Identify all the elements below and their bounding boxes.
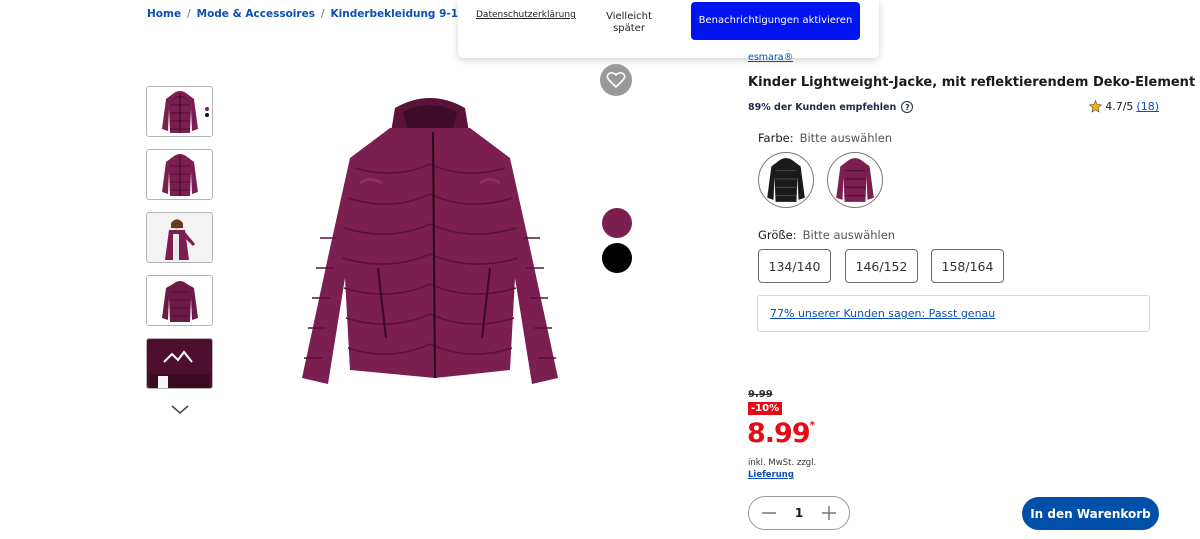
jacket-bordeaux-image bbox=[836, 158, 874, 202]
size-button-158-164[interactable]: 158/164 bbox=[931, 249, 1004, 283]
breadcrumb-separator: / bbox=[320, 8, 325, 20]
enable-notifications-button[interactable]: Benachrichtigungen aktivieren bbox=[691, 2, 860, 40]
breadcrumb-mode-accessoires[interactable]: Mode & Accessoires bbox=[197, 8, 315, 20]
color-option-black[interactable] bbox=[758, 152, 814, 208]
quantity-stepper: 1 bbox=[748, 496, 850, 530]
size-hint: Bitte auswählen bbox=[802, 228, 896, 242]
main-product-image[interactable] bbox=[300, 88, 590, 388]
plus-icon bbox=[821, 506, 836, 520]
price-cents: 99 bbox=[774, 418, 811, 449]
notification-banner: Datenschutzerklärung Vielleicht später B… bbox=[458, 0, 879, 58]
swatch-bordeaux[interactable] bbox=[602, 208, 632, 238]
thumbnail-jacket-back[interactable] bbox=[146, 275, 213, 326]
chevron-down-icon[interactable] bbox=[170, 404, 190, 416]
favorite-button[interactable] bbox=[600, 64, 632, 96]
vat-info: inkl. MwSt. zzgl. bbox=[748, 458, 817, 468]
privacy-link[interactable]: Datenschutzerklärung bbox=[476, 10, 576, 20]
size-button-134-140[interactable]: 134/140 bbox=[758, 249, 831, 283]
decrease-quantity-button[interactable] bbox=[761, 505, 777, 521]
thumb-color-dots bbox=[205, 107, 209, 117]
color-label: Farbe: bbox=[758, 131, 794, 145]
jacket-thumb-image bbox=[161, 280, 198, 322]
discount-badge: -10% bbox=[748, 402, 783, 415]
model-thumb-image bbox=[164, 218, 195, 260]
minus-icon bbox=[762, 512, 776, 514]
product-rating[interactable]: 4.7/5 (18) bbox=[1089, 100, 1159, 113]
fit-info-link[interactable]: 77% unserer Kunden sagen: Passt genau bbox=[770, 307, 995, 320]
thumbnail-jacket-front-2[interactable] bbox=[146, 149, 213, 200]
thumbnail-list bbox=[146, 86, 214, 401]
breadcrumb: Home / Mode & Accessoires / Kinderbeklei… bbox=[147, 8, 500, 20]
thumbnail-jacket-front[interactable] bbox=[146, 86, 213, 137]
swatch-black[interactable] bbox=[602, 243, 632, 273]
brand-link[interactable]: esmara® bbox=[748, 52, 793, 63]
thumbnail-reflective-detail[interactable] bbox=[146, 338, 213, 389]
increase-quantity-button[interactable] bbox=[821, 505, 837, 521]
product-title: Kinder Lightweight-Jacke, mit reflektier… bbox=[748, 75, 1196, 90]
heart-icon bbox=[606, 71, 626, 89]
jacket-black-image bbox=[767, 158, 805, 202]
price-main: 8. bbox=[747, 418, 775, 449]
add-to-cart-button[interactable]: In den Warenkorb bbox=[1022, 497, 1159, 530]
reflective-thumb-image bbox=[149, 339, 210, 388]
recommendation-info: 89% der Kunden empfehlen ? bbox=[748, 101, 914, 113]
help-icon[interactable]: ? bbox=[901, 101, 914, 113]
later-button[interactable]: Vielleicht später bbox=[604, 11, 654, 34]
fit-info-box: 77% unserer Kunden sagen: Passt genau bbox=[757, 295, 1150, 332]
old-price: 9.99 bbox=[748, 389, 773, 400]
recommendation-text: 89% der Kunden empfehlen bbox=[748, 101, 897, 113]
size-label: Größe: bbox=[758, 228, 797, 242]
current-price: 8.99* bbox=[747, 418, 815, 449]
star-icon bbox=[1089, 100, 1103, 113]
rating-value: 4.7/5 bbox=[1105, 100, 1134, 113]
color-hint: Bitte auswählen bbox=[799, 131, 893, 145]
size-button-146-152[interactable]: 146/152 bbox=[845, 249, 918, 283]
thumbnail-model-wearing[interactable] bbox=[146, 212, 213, 263]
rating-count-link[interactable]: (18) bbox=[1136, 100, 1159, 113]
quantity-value[interactable]: 1 bbox=[795, 506, 803, 520]
color-label-row: Farbe: Bitte auswählen bbox=[758, 131, 892, 145]
color-option-bordeaux[interactable] bbox=[827, 152, 883, 208]
jacket-thumb-image bbox=[161, 90, 198, 133]
size-label-row: Größe: Bitte auswählen bbox=[758, 228, 895, 242]
delivery-link[interactable]: Lieferung bbox=[748, 470, 794, 480]
jacket-thumb-image bbox=[161, 153, 198, 196]
price-footnote-star: * bbox=[809, 420, 815, 431]
breadcrumb-separator: / bbox=[187, 8, 191, 20]
breadcrumb-home[interactable]: Home bbox=[147, 8, 181, 20]
